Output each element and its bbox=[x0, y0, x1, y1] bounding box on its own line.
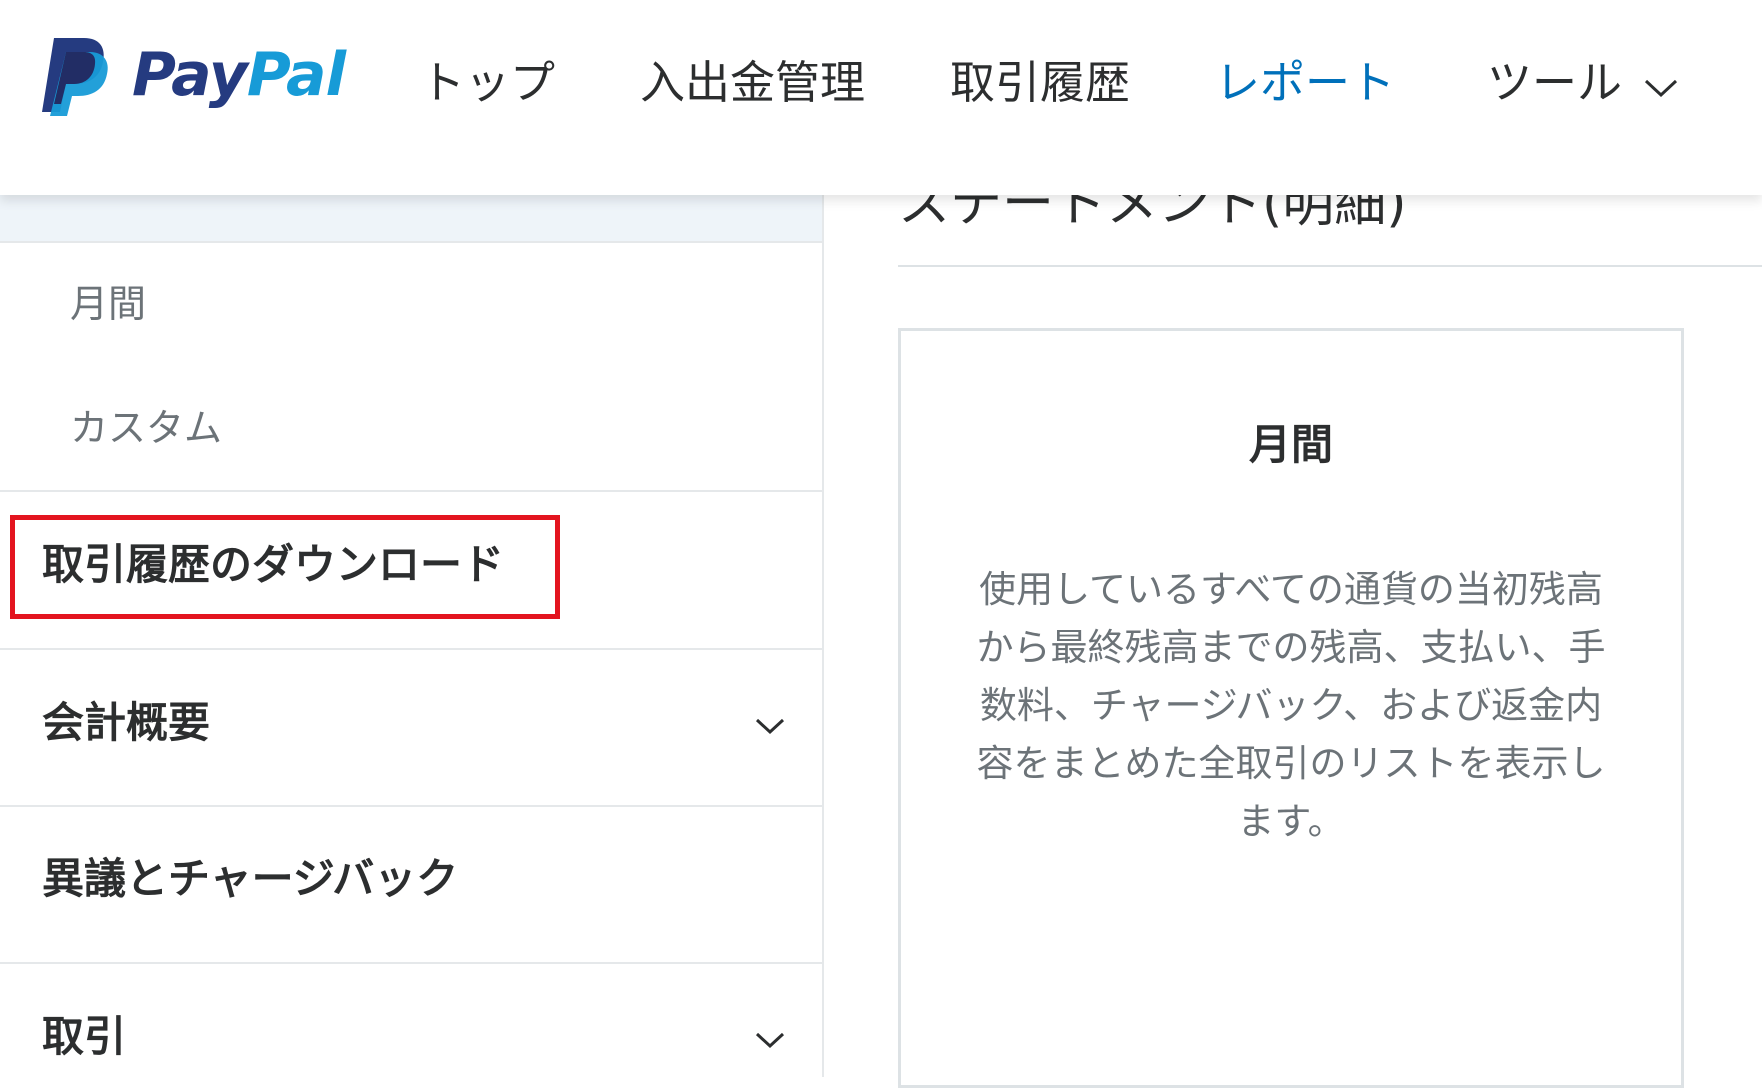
chevron-down-icon[interactable] bbox=[755, 1031, 785, 1053]
sidebar-divider bbox=[0, 805, 822, 807]
logo-text-pay: Pay bbox=[132, 40, 248, 110]
paypal-p-icon bbox=[42, 38, 108, 116]
nav-item-tools[interactable]: ツール bbox=[1487, 48, 1678, 118]
top-header: PayPal トップ 入出金管理 取引履歴 レポート ツール bbox=[0, 0, 1762, 195]
sidebar-item-transactions[interactable]: 取引 bbox=[42, 1009, 126, 1065]
chevron-down-icon bbox=[1644, 48, 1678, 118]
card-title: 月間 bbox=[1248, 420, 1333, 469]
sidebar: 月間 カスタム 取引履歴のダウンロード 会計概要 異議とチャージバック 取引 bbox=[0, 195, 824, 1077]
card-description: 使用しているすべての通貨の当初残高から最終残高までの残高、支払い、手数料、チャー… bbox=[976, 568, 1606, 843]
paypal-logo[interactable]: PayPal bbox=[40, 30, 346, 120]
nav-item-top[interactable]: トップ bbox=[420, 48, 555, 118]
sidebar-divider bbox=[0, 490, 822, 492]
highlight-frame bbox=[10, 515, 560, 619]
title-divider bbox=[898, 265, 1762, 267]
sidebar-subitem-monthly[interactable]: 月間 bbox=[70, 279, 146, 329]
sidebar-divider bbox=[0, 648, 822, 650]
sidebar-subitem-custom[interactable]: カスタム bbox=[70, 403, 222, 453]
sidebar-item-accounting-summary[interactable]: 会計概要 bbox=[42, 695, 210, 751]
logo-text-pal: Pal bbox=[246, 40, 346, 110]
nav-item-payments[interactable]: 入出金管理 bbox=[640, 48, 865, 118]
chevron-down-icon[interactable] bbox=[755, 717, 785, 739]
sidebar-selected-strip bbox=[0, 195, 822, 243]
nav-item-reports[interactable]: レポート bbox=[1215, 48, 1395, 118]
nav-item-activity[interactable]: 取引履歴 bbox=[950, 48, 1130, 118]
monthly-statement-card[interactable]: 月間 使用しているすべての通貨の当初残高から最終残高までの残高、支払い、手数料、… bbox=[898, 328, 1684, 1088]
sidebar-divider bbox=[0, 962, 822, 964]
sidebar-item-disputes[interactable]: 異議とチャージバック bbox=[42, 851, 458, 907]
nav-item-tools-label: ツール bbox=[1487, 56, 1623, 109]
